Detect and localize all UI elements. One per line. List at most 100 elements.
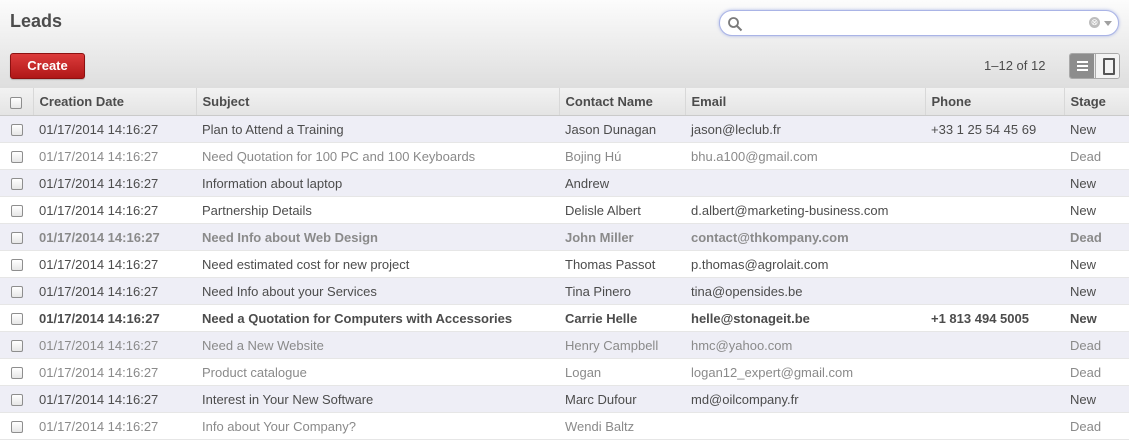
row-checkbox[interactable]	[0, 277, 33, 305]
cell-subject: Need Info about your Services	[196, 277, 559, 305]
checkbox-icon[interactable]	[10, 124, 23, 137]
cell-email: helle@stonageit.be	[685, 304, 925, 332]
cell-subject: Need a Quotation for Computers with Acce…	[196, 304, 559, 332]
cell-stage: New	[1064, 304, 1129, 332]
column-header-creation-date[interactable]: Creation Date	[32, 88, 196, 116]
checkbox-icon[interactable]	[10, 340, 23, 353]
checkbox-icon[interactable]	[10, 96, 23, 109]
row-checkbox[interactable]	[0, 358, 33, 386]
cell-stage: New	[1064, 115, 1129, 143]
checkbox-icon[interactable]	[10, 367, 23, 380]
checkbox-icon[interactable]	[10, 313, 23, 326]
cell-phone	[925, 142, 1064, 170]
cell-email: p.thomas@agrolait.com	[685, 250, 925, 278]
form-view-icon	[1103, 58, 1115, 75]
checkbox-icon[interactable]	[10, 286, 23, 299]
clear-search-icon[interactable]: ⊗	[1089, 17, 1100, 28]
table-row[interactable]: 01/17/2014 14:16:27 Product catalogue Loga…	[0, 358, 1129, 386]
column-header-subject[interactable]: Subject	[195, 88, 559, 116]
row-checkbox[interactable]	[0, 385, 33, 413]
cell-phone: +1 813 494 5005	[925, 304, 1064, 332]
row-checkbox[interactable]	[0, 223, 33, 251]
table-row[interactable]: 01/17/2014 14:16:27 Interest in Your New …	[0, 385, 1129, 413]
cell-phone	[925, 277, 1064, 305]
checkbox-icon[interactable]	[10, 259, 23, 272]
table-row[interactable]: 01/17/2014 14:16:27 Need estimated cost f…	[0, 250, 1129, 278]
leads-table: Creation Date Subject Contact Name Email…	[0, 88, 1129, 440]
cell-phone	[925, 169, 1064, 197]
checkbox-icon[interactable]	[10, 421, 23, 434]
cell-contact-name: Logan	[559, 358, 685, 386]
table-row[interactable]: 01/17/2014 14:16:27 Need Quotation for 10…	[0, 142, 1129, 170]
checkbox-icon[interactable]	[10, 205, 23, 218]
cell-phone	[925, 358, 1064, 386]
cell-subject: Interest in Your New Software	[196, 385, 559, 413]
cell-phone	[925, 331, 1064, 359]
search-box[interactable]: ⊗	[719, 10, 1119, 36]
column-header-email[interactable]: Email	[684, 88, 925, 116]
table-row[interactable]: 01/17/2014 14:16:27 Partnership Details De…	[0, 196, 1129, 224]
cell-contact-name: Delisle Albert	[559, 196, 685, 224]
cell-subject: Information about laptop	[196, 169, 559, 197]
chevron-down-icon[interactable]	[1104, 21, 1112, 26]
column-header-stage[interactable]: Stage	[1063, 88, 1129, 116]
cell-subject: Product catalogue	[196, 358, 559, 386]
cell-email: md@oilcompany.fr	[685, 385, 925, 413]
cell-creation-date: 01/17/2014 14:16:27	[33, 412, 196, 440]
search-icon	[728, 17, 743, 32]
row-checkbox[interactable]	[0, 142, 33, 170]
cell-phone: +33 1 25 54 45 69	[925, 115, 1064, 143]
table-row[interactable]: 01/17/2014 14:16:27 Need Info about your …	[0, 277, 1129, 305]
cell-contact-name: Bojing Hú	[559, 142, 685, 170]
table-row[interactable]: 01/17/2014 14:16:27 Need a Quotation for …	[0, 304, 1129, 332]
table-row[interactable]: 01/17/2014 14:16:27 Information about lap…	[0, 169, 1129, 197]
create-button[interactable]: Create	[10, 53, 85, 79]
cell-stage: Dead	[1064, 412, 1129, 440]
cell-subject: Need a New Website	[196, 331, 559, 359]
cell-contact-name: Carrie Helle	[559, 304, 685, 332]
pager-value[interactable]: 1–12 of 12	[984, 58, 1045, 73]
column-header-phone[interactable]: Phone	[924, 88, 1064, 116]
checkbox-icon[interactable]	[10, 151, 23, 164]
select-all-checkbox[interactable]	[0, 88, 33, 116]
cell-creation-date: 01/17/2014 14:16:27	[33, 196, 196, 224]
cell-creation-date: 01/17/2014 14:16:27	[33, 385, 196, 413]
checkbox-icon[interactable]	[10, 178, 23, 191]
cell-email: bhu.a100@gmail.com	[685, 142, 925, 170]
table-row[interactable]: 01/17/2014 14:16:27 Info about Your Compa…	[0, 412, 1129, 440]
table-row[interactable]: 01/17/2014 14:16:27 Need a New Website Hen…	[0, 331, 1129, 359]
cell-stage: New	[1064, 277, 1129, 305]
row-checkbox[interactable]	[0, 412, 33, 440]
cell-creation-date: 01/17/2014 14:16:27	[33, 331, 196, 359]
cell-contact-name: Andrew	[559, 169, 685, 197]
cell-contact-name: Wendi Baltz	[559, 412, 685, 440]
column-header-contact-name[interactable]: Contact Name	[558, 88, 685, 116]
cell-stage: New	[1064, 385, 1129, 413]
checkbox-icon[interactable]	[10, 232, 23, 245]
control-panel: Leads ⊗ Create 1–12 of 12	[0, 0, 1129, 88]
cell-phone	[925, 385, 1064, 413]
row-checkbox[interactable]	[0, 115, 33, 143]
table-header: Creation Date Subject Contact Name Email…	[0, 88, 1129, 116]
checkbox-icon[interactable]	[10, 394, 23, 407]
row-checkbox[interactable]	[0, 196, 33, 224]
form-view-button[interactable]	[1095, 54, 1119, 78]
list-view-icon[interactable]	[1070, 54, 1094, 78]
page-title: Leads	[10, 11, 63, 31]
cell-email: tina@opensides.be	[685, 277, 925, 305]
cell-creation-date: 01/17/2014 14:16:27	[33, 223, 196, 251]
row-checkbox[interactable]	[0, 169, 33, 197]
row-checkbox[interactable]	[0, 250, 33, 278]
cell-stage: New	[1064, 169, 1129, 197]
cell-stage: New	[1064, 250, 1129, 278]
cell-creation-date: 01/17/2014 14:16:27	[33, 358, 196, 386]
row-checkbox[interactable]	[0, 331, 33, 359]
table-row[interactable]: 01/17/2014 14:16:27 Plan to Attend a Trai…	[0, 115, 1129, 143]
cell-subject: Plan to Attend a Training	[196, 115, 559, 143]
row-checkbox[interactable]	[0, 304, 33, 332]
view-switcher	[1069, 53, 1120, 79]
cell-subject: Partnership Details	[196, 196, 559, 224]
cell-contact-name: Tina Pinero	[559, 277, 685, 305]
table-row[interactable]: 01/17/2014 14:16:27 Need Info about Web D…	[0, 223, 1129, 251]
cell-stage: Dead	[1064, 142, 1129, 170]
